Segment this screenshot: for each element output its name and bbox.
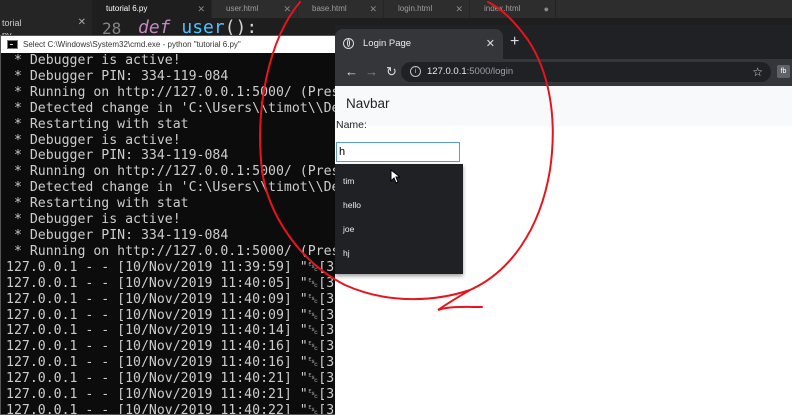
cmd-line: * Running on http://127.0.0.1:5000/ (Pre… bbox=[6, 84, 336, 100]
cmd-line: * Detected change in 'C:\Users\\timot\\D… bbox=[6, 100, 336, 116]
editor-tab[interactable]: login.html ✕ bbox=[384, 0, 470, 18]
bookmark-star-icon[interactable]: ☆ bbox=[752, 62, 763, 82]
back-arrow-icon[interactable]: ← bbox=[345, 64, 358, 80]
cmd-line: 127.0.0.1 - - [10/Nov/2019 11:40:21] "␛[… bbox=[6, 387, 336, 403]
cmd-line: 127.0.0.1 - - [10/Nov/2019 11:40:05] "␛[… bbox=[6, 275, 336, 291]
cmd-line: 127.0.0.1 - - [10/Nov/2019 11:40:21] "␛[… bbox=[6, 371, 336, 387]
cmd-line: * Debugger PIN: 334-119-084 bbox=[6, 68, 229, 84]
cmd-line: * Debugger is active! bbox=[6, 212, 181, 228]
cmd-line: 127.0.0.1 - - [10/Nov/2019 11:40:09] "␛[… bbox=[6, 291, 336, 307]
cmd-line: 127.0.0.1 - - [10/Nov/2019 11:39:59] "␛[… bbox=[6, 259, 336, 275]
mouse-cursor-icon bbox=[390, 169, 400, 184]
globe-icon bbox=[343, 38, 354, 49]
reload-icon[interactable]: ↻ bbox=[386, 64, 397, 80]
close-icon[interactable]: ✕ bbox=[369, 0, 377, 18]
cmd-line: * Debugger PIN: 334-119-084 bbox=[6, 227, 229, 243]
editor-tab-label: index.html bbox=[484, 4, 521, 13]
url-path: :5000/login bbox=[466, 66, 514, 77]
info-icon[interactable]: i bbox=[410, 66, 421, 77]
editor-sidebar: torial ✕ py bbox=[0, 0, 92, 40]
url-host: 127.0.0.1 bbox=[427, 66, 467, 77]
cmd-line: * Debugger is active! bbox=[6, 53, 181, 68]
editor-tab-label: login.html bbox=[398, 4, 433, 13]
cmd-window[interactable]: Select C:\Windows\System32\cmd.exe - pyt… bbox=[0, 35, 336, 415]
name-input[interactable] bbox=[336, 142, 460, 162]
close-icon[interactable]: ✕ bbox=[283, 0, 291, 18]
close-icon[interactable]: ✕ bbox=[197, 0, 205, 18]
url-text: 127.0.0.1:5000/login bbox=[427, 62, 513, 82]
cmd-line: * Running on http://127.0.0.1:5000/ (Pre… bbox=[6, 243, 336, 259]
close-icon[interactable]: ✕ bbox=[455, 0, 463, 18]
navbar-brand[interactable]: Navbar bbox=[346, 96, 390, 111]
editor-tab[interactable]: user.html ✕ bbox=[212, 0, 298, 18]
editor-tab-label: tutorial 6.py bbox=[106, 4, 148, 13]
cmd-title-bar[interactable]: Select C:\Windows\System32\cmd.exe - pyt… bbox=[1, 36, 335, 53]
new-tab-icon[interactable]: + bbox=[510, 34, 519, 50]
cmd-line: * Debugger PIN: 334-119-084 bbox=[6, 148, 229, 164]
editor-tab[interactable]: tutorial 6.py ✕ bbox=[92, 0, 212, 18]
browser-toolbar: ← → ↻ i 127.0.0.1:5000/login ☆ fb bbox=[335, 59, 792, 86]
browser-tab-strip: Login Page ✕ + bbox=[335, 25, 792, 59]
cmd-line: * Detected change in 'C:\Users\\timot\\D… bbox=[6, 180, 336, 196]
editor-tab-label: user.html bbox=[226, 4, 259, 13]
cmd-line: * Debugger is active! bbox=[6, 132, 181, 148]
browser-tab[interactable]: Login Page ✕ bbox=[335, 29, 503, 59]
navbar: Navbar bbox=[335, 86, 792, 126]
editor-tab[interactable]: base.html ✕ bbox=[298, 0, 384, 18]
terminal-icon bbox=[7, 40, 18, 49]
autocomplete-option[interactable]: hello bbox=[335, 193, 463, 217]
cmd-line: * Running on http://127.0.0.1:5000/ (Pre… bbox=[6, 164, 336, 180]
editor-tab-bar: tutorial 6.py ✕ user.html ✕ base.html ✕ log… bbox=[92, 0, 792, 18]
editor-tab-label: base.html bbox=[312, 4, 347, 13]
cmd-output: * Debugger is active! * Debugger PIN: 33… bbox=[1, 53, 336, 415]
cmd-line: * Restarting with stat bbox=[6, 196, 189, 212]
sidebar-row[interactable]: torial bbox=[2, 17, 22, 29]
forward-arrow-icon[interactable]: → bbox=[365, 64, 378, 80]
cmd-line: 127.0.0.1 - - [10/Nov/2019 11:40:16] "␛[… bbox=[6, 355, 336, 371]
cmd-line: * Restarting with stat bbox=[6, 116, 189, 132]
name-label: Name: bbox=[336, 119, 367, 131]
cmd-line: 127.0.0.1 - - [10/Nov/2019 11:40:14] "␛[… bbox=[6, 323, 336, 339]
extension-icon[interactable]: fb bbox=[777, 65, 790, 78]
cmd-line: 127.0.0.1 - - [10/Nov/2019 11:40:09] "␛[… bbox=[6, 307, 336, 323]
browser-window: Login Page ✕ + ← → ↻ i 127.0.0.1:5000/lo… bbox=[335, 25, 792, 415]
cmd-line: 127.0.0.1 - - [10/Nov/2019 11:40:16] "␛[… bbox=[6, 339, 336, 355]
close-icon[interactable]: ✕ bbox=[486, 29, 495, 59]
address-bar[interactable]: i 127.0.0.1:5000/login ☆ bbox=[401, 62, 771, 82]
browser-tab-title: Login Page bbox=[363, 38, 412, 49]
sidebar-close-icon[interactable]: ✕ bbox=[78, 17, 86, 28]
autocomplete-option[interactable]: hj bbox=[335, 241, 463, 265]
cmd-line: 127.0.0.1 - - [10/Nov/2019 11:40:22] "␛[… bbox=[6, 402, 336, 415]
autocomplete-option[interactable]: joe bbox=[335, 217, 463, 241]
editor-tab[interactable]: index.html ● bbox=[470, 0, 556, 18]
cmd-title: Select C:\Windows\System32\cmd.exe - pyt… bbox=[23, 40, 241, 49]
close-icon[interactable]: ● bbox=[544, 0, 549, 18]
